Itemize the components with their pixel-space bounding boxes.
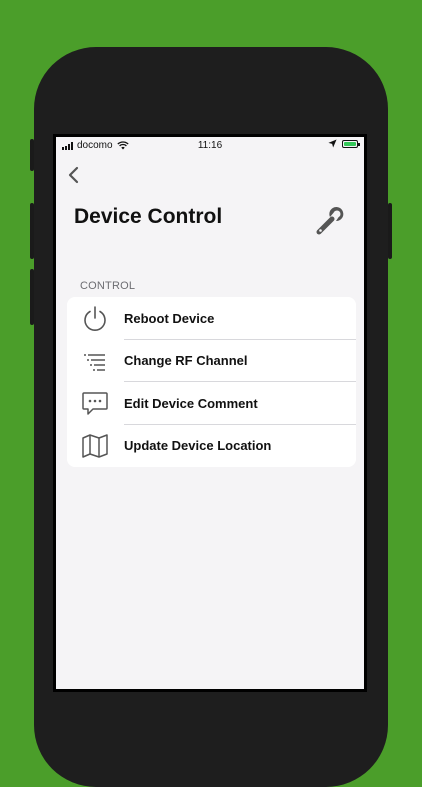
power-button <box>388 203 392 259</box>
app-screen: docomo 11:16 Device Control CONTROL Rebo… <box>56 137 364 689</box>
status-bar: docomo 11:16 <box>56 137 364 155</box>
location-arrow-icon <box>328 139 337 148</box>
list-item-label: Reboot Device <box>124 310 215 326</box>
reboot-device-row[interactable]: Reboot Device <box>67 297 356 340</box>
volume-down-button <box>30 269 34 325</box>
page-title: Device Control <box>74 205 223 228</box>
map-icon <box>82 433 108 458</box>
phone-screen: docomo 11:16 Device Control CONTROL Rebo… <box>53 134 367 692</box>
back-chevron-icon[interactable] <box>64 163 84 187</box>
list-item-label: Update Device Location <box>124 438 272 454</box>
status-time: 11:16 <box>197 140 223 151</box>
list-item-label: Edit Device Comment <box>124 395 258 411</box>
battery-icon <box>342 139 360 148</box>
edit-device-comment-row[interactable]: Edit Device Comment <box>67 382 356 425</box>
comment-icon <box>82 392 108 415</box>
control-list: Reboot Device Change RF Channel Edit Dev… <box>67 297 356 467</box>
update-device-location-row[interactable]: Update Device Location <box>67 425 356 468</box>
list-icon <box>84 353 105 371</box>
silent-switch <box>30 139 34 171</box>
power-icon <box>84 306 106 331</box>
change-rf-channel-row[interactable]: Change RF Channel <box>67 340 356 382</box>
wrench-icon[interactable] <box>313 202 349 238</box>
section-header: CONTROL <box>80 280 136 292</box>
volume-up-button <box>30 203 34 259</box>
list-item-label: Change RF Channel <box>124 353 248 369</box>
